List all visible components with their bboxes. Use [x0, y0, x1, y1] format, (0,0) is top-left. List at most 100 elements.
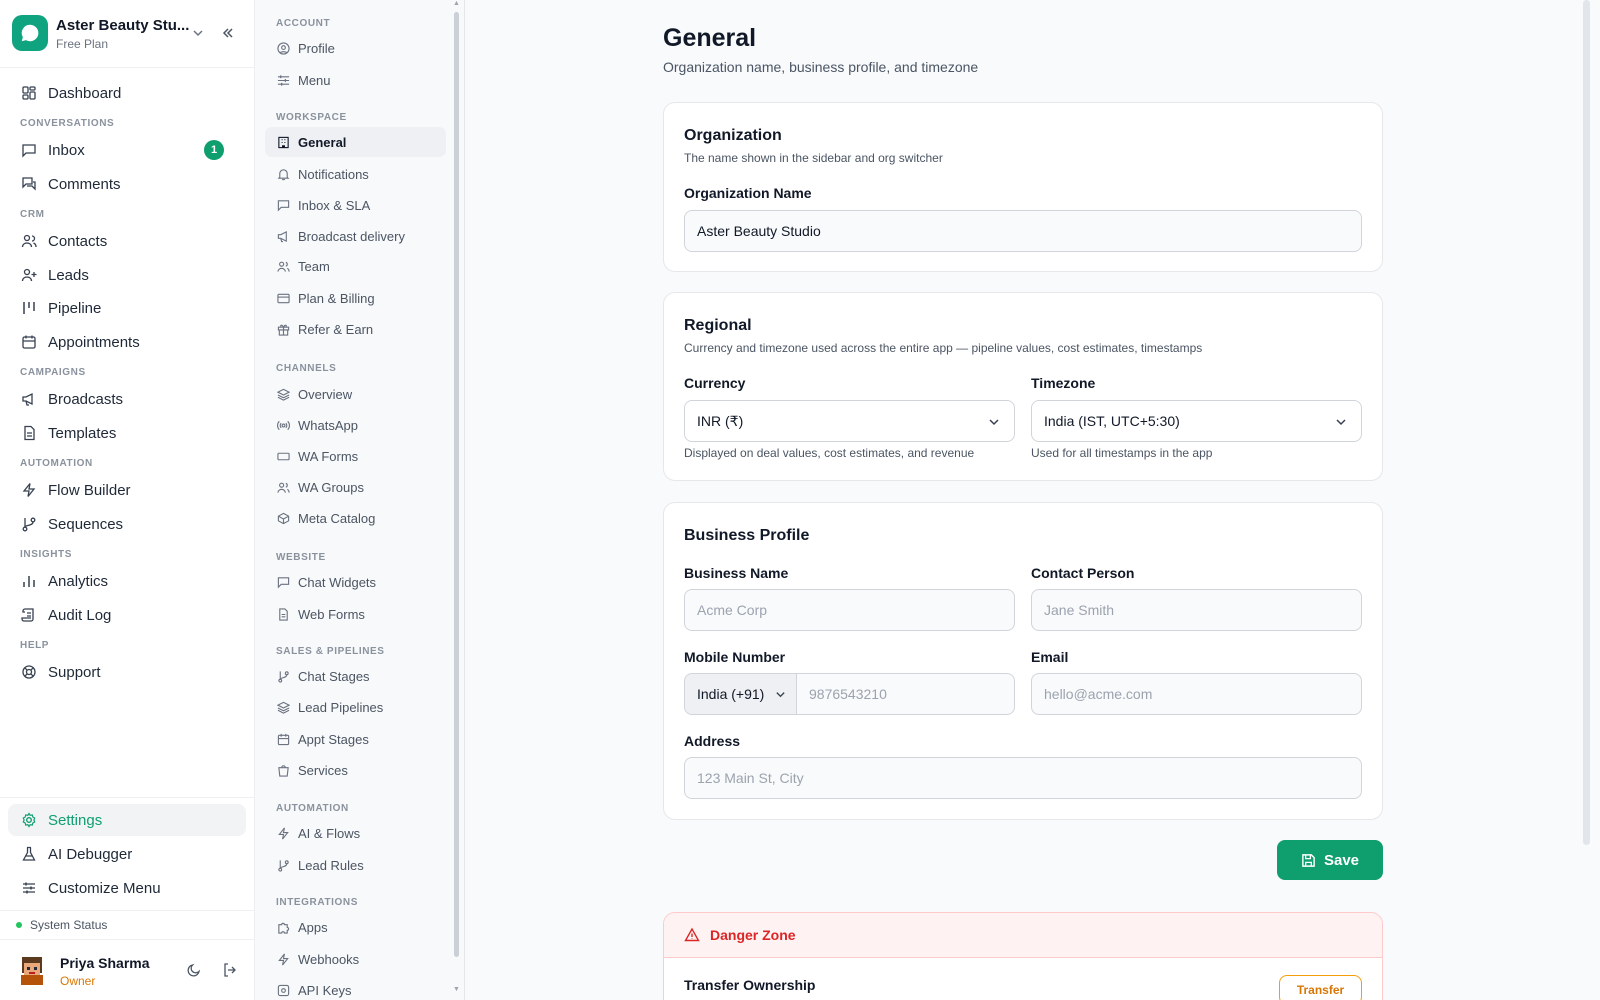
subnav-item-plan-billing[interactable]: Plan & Billing	[265, 283, 446, 313]
nav-label: Pipeline	[48, 299, 102, 317]
subnav-label: API Keys	[298, 982, 352, 998]
subnav-item-inbox-sla[interactable]: Inbox & SLA	[265, 190, 446, 220]
git-branch-icon	[276, 858, 290, 872]
page-title: General	[663, 24, 757, 52]
nav-label: Settings	[48, 811, 103, 829]
subnav-item-web-forms[interactable]: Web Forms	[265, 599, 446, 629]
subnav-item-wa-groups[interactable]: WA Groups	[265, 472, 446, 502]
nav-broadcasts[interactable]: Broadcasts	[8, 383, 246, 415]
email-input[interactable]: hello@acme.com	[1031, 673, 1362, 715]
subnav-item-wa-forms[interactable]: WA Forms	[265, 441, 446, 471]
users-icon	[276, 480, 290, 494]
subnav-item-chat-stages[interactable]: Chat Stages	[265, 661, 446, 691]
field-label: Email	[1031, 649, 1069, 665]
nav-appointments[interactable]: Appointments	[8, 326, 246, 358]
page-subtitle: Organization name, business profile, and…	[663, 59, 979, 75]
nav-pipeline[interactable]: Pipeline	[8, 292, 246, 324]
subnav-item-ai-flows[interactable]: AI & Flows	[265, 818, 446, 848]
subnav-item-refer-earn[interactable]: Refer & Earn	[265, 314, 446, 344]
section-conversations: CONVERSATIONS	[20, 118, 115, 129]
system-status[interactable]: System Status	[16, 918, 107, 932]
messages-icon	[20, 175, 38, 193]
nav-label: Support	[48, 663, 101, 681]
org-name: Aster Beauty Stu...	[56, 17, 190, 34]
currency-value: INR (₹)	[697, 412, 744, 429]
subnav-item-meta-catalog[interactable]: Meta Catalog	[265, 503, 446, 533]
nav-flow-builder[interactable]: Flow Builder	[8, 474, 246, 506]
save-label: Save	[1323, 851, 1360, 869]
nav-label: Comments	[48, 175, 121, 193]
zap-icon	[276, 826, 290, 840]
timezone-select[interactable]: India (IST, UTC+5:30)	[1031, 400, 1362, 442]
subnav-item-whatsapp[interactable]: WhatsApp	[265, 410, 446, 440]
layers-icon	[276, 387, 290, 401]
nav-label: Appointments	[48, 333, 140, 351]
collapse-sidebar-icon[interactable]	[221, 26, 235, 40]
subnav-item-appt-stages[interactable]: Appt Stages	[265, 724, 446, 754]
subnav-item-services[interactable]: Services	[265, 755, 446, 785]
subnav-label: WhatsApp	[298, 417, 358, 433]
nav-customize-menu[interactable]: Customize Menu	[8, 872, 246, 904]
subnav-item-lead-rules[interactable]: Lead Rules	[265, 850, 446, 880]
nav-dashboard[interactable]: Dashboard	[8, 77, 246, 109]
country-code-value: India (+91)	[697, 686, 765, 702]
subnav-item-broadcast-delivery[interactable]: Broadcast delivery	[265, 221, 446, 251]
card-title: Regional	[684, 317, 752, 334]
section-help: HELP	[20, 640, 50, 651]
users-icon	[20, 232, 38, 250]
contact-person-input[interactable]: Jane Smith	[1031, 589, 1362, 631]
business-name-input[interactable]: Acme Corp	[684, 589, 1015, 631]
nav-inbox[interactable]: Inbox 1	[8, 134, 246, 166]
scroll-down-arrow-icon[interactable]: ▼	[453, 986, 460, 993]
subnav-item-profile[interactable]: Profile	[265, 33, 446, 63]
subnav-label: Webhooks	[298, 951, 360, 967]
nav-comments[interactable]: Comments	[8, 168, 246, 200]
gear-icon	[20, 811, 38, 829]
subnav-scrollbar[interactable]: ▲ ▼	[453, 0, 460, 996]
nav-settings[interactable]: Settings	[8, 804, 246, 836]
subnav-section-integrations: INTEGRATIONS	[276, 897, 359, 908]
subnav-item-chat-widgets[interactable]: Chat Widgets	[265, 567, 446, 597]
country-code-select[interactable]: India (+91)	[684, 673, 797, 715]
mobile-number-input[interactable]: 9876543210	[796, 673, 1015, 715]
save-button[interactable]: Save	[1277, 840, 1383, 880]
address-input[interactable]: 123 Main St, City	[684, 757, 1362, 799]
subnav-item-team[interactable]: Team	[265, 251, 446, 281]
nav-analytics[interactable]: Analytics	[8, 565, 246, 597]
avatar[interactable]	[18, 955, 46, 985]
scroll-up-arrow-icon[interactable]: ▲	[453, 0, 460, 7]
subnav-item-apps[interactable]: Apps	[265, 912, 446, 942]
nav-templates[interactable]: Templates	[8, 417, 246, 449]
credit-card-icon	[276, 291, 290, 305]
subnav-item-overview[interactable]: Overview	[265, 379, 446, 409]
subnav-label: Lead Rules	[298, 857, 364, 873]
subnav-item-general[interactable]: General	[265, 127, 446, 157]
megaphone-icon	[276, 229, 290, 243]
transfer-button[interactable]: Transfer	[1279, 975, 1362, 1000]
chevron-down-icon[interactable]	[192, 27, 204, 39]
subnav-item-api-keys[interactable]: API Keys	[265, 975, 446, 1000]
moon-icon[interactable]	[186, 962, 202, 978]
org-switcher[interactable]: Aster Beauty Stu... Free Plan	[0, 0, 255, 68]
nav-ai-debugger[interactable]: AI Debugger	[8, 838, 246, 870]
nav-sequences[interactable]: Sequences	[8, 508, 246, 540]
main-scrollbar[interactable]	[1583, 0, 1590, 845]
logout-icon[interactable]	[222, 962, 238, 978]
scroll-thumb[interactable]	[454, 12, 459, 957]
section-insights: INSIGHTS	[20, 549, 73, 560]
chevron-down-icon	[775, 689, 786, 700]
business-profile-card: Business Profile Business Name Acme Corp…	[663, 502, 1383, 820]
nav-contacts[interactable]: Contacts	[8, 225, 246, 257]
danger-zone-title: Danger Zone	[710, 927, 796, 943]
nav-audit-log[interactable]: Audit Log	[8, 599, 246, 631]
subnav-item-menu[interactable]: Menu	[265, 65, 446, 95]
currency-select[interactable]: INR (₹)	[684, 400, 1015, 442]
subnav-item-lead-pipelines[interactable]: Lead Pipelines	[265, 692, 446, 722]
gift-icon	[276, 322, 290, 336]
nav-support[interactable]: Support	[8, 656, 246, 688]
field-label: Currency	[684, 375, 746, 391]
subnav-item-notifications[interactable]: Notifications	[265, 159, 446, 189]
subnav-item-webhooks[interactable]: Webhooks	[265, 944, 446, 974]
organization-name-input[interactable]: Aster Beauty Studio	[684, 210, 1362, 252]
nav-leads[interactable]: Leads	[8, 259, 246, 291]
